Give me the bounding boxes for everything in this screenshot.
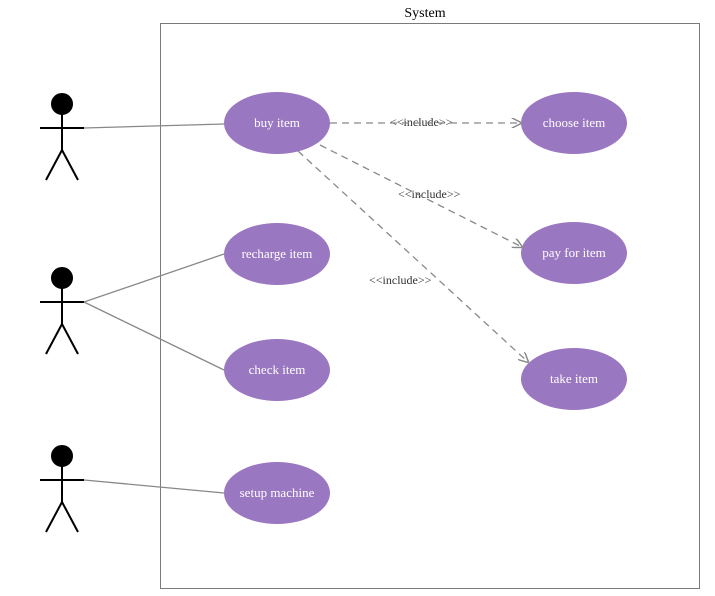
system-label: System [395, 6, 455, 22]
actor-customer [40, 94, 84, 180]
include-label-2: <<include>> [398, 187, 460, 202]
usecase-label: check item [249, 362, 306, 378]
usecase-choose-item: choose item [521, 92, 627, 154]
usecase-check-item: check item [224, 339, 330, 401]
usecase-label: take item [550, 371, 598, 387]
include-label-1: <<include>> [390, 115, 452, 130]
usecase-label: choose item [543, 115, 605, 131]
usecase-setup-machine: setup machine [224, 462, 330, 524]
usecase-label: buy item [254, 115, 300, 131]
usecase-label: setup machine [240, 485, 315, 501]
usecase-label: recharge item [242, 246, 313, 262]
actor-operator [40, 268, 84, 354]
actor-technician [40, 446, 84, 532]
usecase-buy-item: buy item [224, 92, 330, 154]
usecase-recharge-item: recharge item [224, 223, 330, 285]
include-label-3: <<include>> [369, 273, 431, 288]
usecase-label: pay for item [542, 245, 606, 261]
usecase-pay-for-item: pay for item [521, 222, 627, 284]
usecase-take-item: take item [521, 348, 627, 410]
